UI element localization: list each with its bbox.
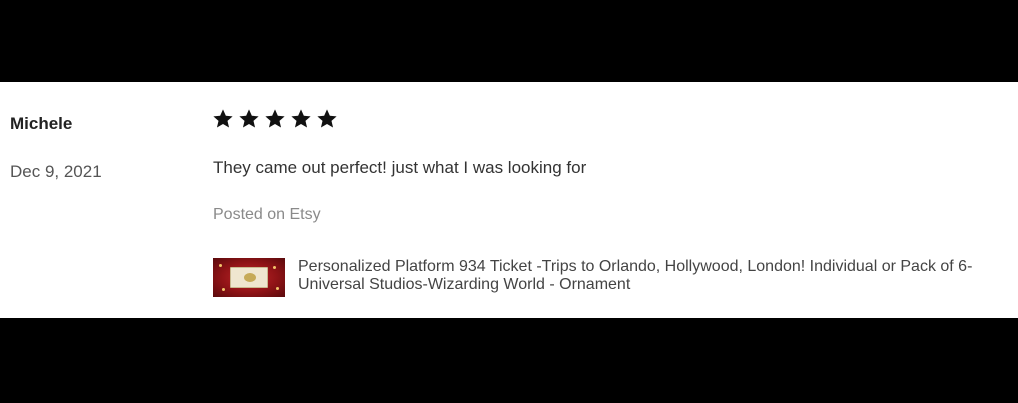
product-title-link[interactable]: Personalized Platform 934 Ticket -Trips … [298,258,998,294]
review-date: Dec 9, 2021 [10,162,102,181]
star-icon [238,108,260,130]
posted-on-label: Posted on Etsy [213,206,321,223]
bottom-black-band [0,318,1018,403]
sparkle-decoration [219,264,222,267]
sparkle-decoration [276,287,279,290]
star-rating [212,108,338,130]
reviewed-product[interactable]: Personalized Platform 934 Ticket -Trips … [213,258,998,297]
sparkle-decoration [273,266,276,269]
product-thumbnail-image[interactable] [213,258,285,297]
star-icon [212,108,234,130]
star-icon [316,108,338,130]
reviewer-name: Michele [10,114,73,133]
review-text: They came out perfect! just what I was l… [213,158,587,177]
ticket-icon [230,267,268,288]
top-black-band [0,0,1018,82]
review-card: Michele Dec 9, 2021 They came out perfec… [0,82,1018,318]
sparkle-decoration [222,288,225,291]
star-icon [290,108,312,130]
star-icon [264,108,286,130]
